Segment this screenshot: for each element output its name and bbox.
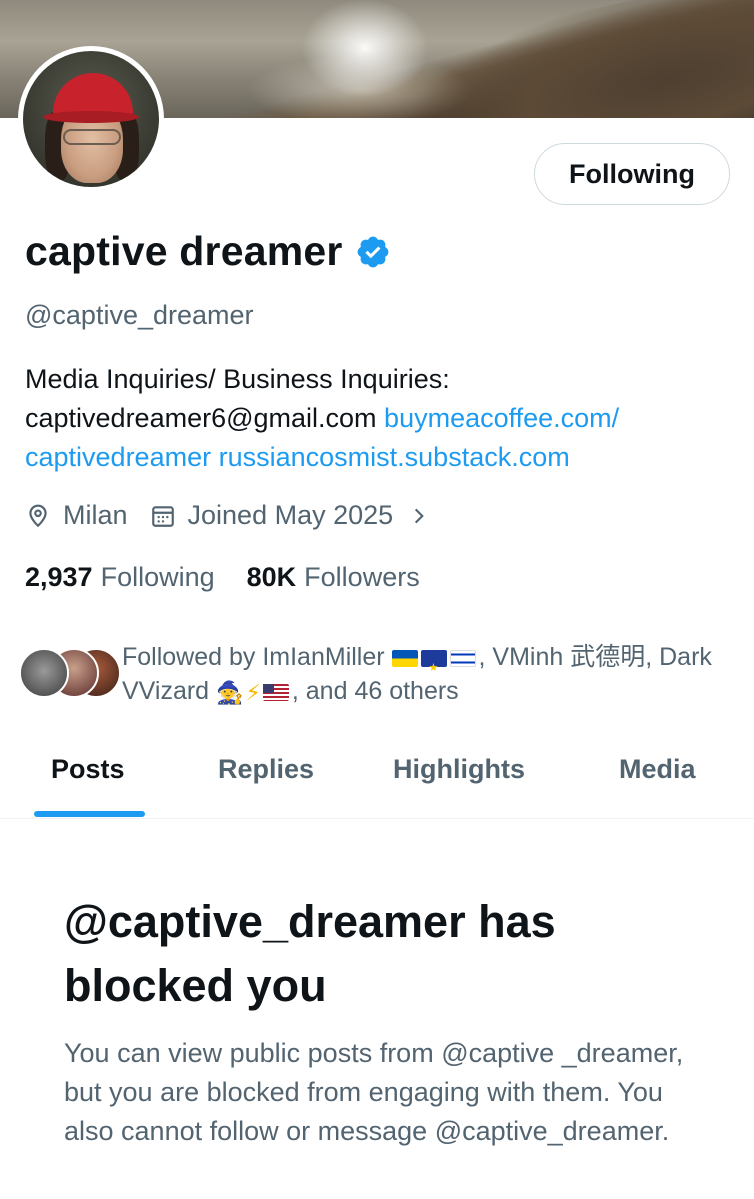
avatar-photo — [23, 51, 159, 187]
following-label: Following — [100, 562, 215, 592]
wizard-icon: 🧙 — [216, 680, 244, 705]
profile-handle: @captive_dreamer — [25, 300, 254, 330]
location-pin-icon — [29, 504, 47, 527]
tab-media[interactable]: Media — [619, 754, 696, 785]
location-text: Milan — [63, 500, 128, 530]
tab-replies[interactable]: Replies — [218, 754, 314, 785]
chevron-right-icon[interactable] — [409, 506, 429, 526]
avatar-glasses — [63, 129, 121, 145]
profile-tabs: Posts Replies Highlights Media — [0, 740, 754, 819]
blocked-title: @captive_dreamer has blocked you — [64, 896, 556, 1011]
israel-flag-icon — [449, 650, 476, 667]
followers-label: Followers — [304, 562, 420, 592]
following-button[interactable]: Following — [534, 143, 730, 205]
following-stat[interactable]: 2,937 Following — [25, 562, 215, 593]
profile-bio: Media Inquiries/ Business Inquiries: cap… — [25, 360, 730, 477]
tab-posts[interactable]: Posts — [51, 754, 125, 785]
display-name: captive dreamer — [25, 228, 343, 274]
followers-count: 80K — [246, 562, 297, 592]
eu-flag-icon — [420, 650, 447, 685]
follower-avatar — [19, 648, 69, 698]
followed-by-avatars[interactable] — [19, 648, 121, 698]
verified-badge-icon[interactable] — [355, 234, 391, 270]
calendar-icon — [151, 505, 174, 527]
joined-date: Joined May 2025 — [187, 500, 394, 530]
active-tab-indicator — [34, 811, 145, 817]
profile-meta: Milan Joined May 2025 — [25, 500, 429, 531]
following-count: 2,937 — [25, 562, 93, 592]
banner-shore — [403, 0, 754, 118]
followed-by-prefix: Followed by ImIanMiller — [122, 643, 392, 671]
followers-stat[interactable]: 80K Followers — [247, 562, 420, 593]
follow-stats: 2,937 Following 80K Followers — [25, 562, 420, 593]
lightning-icon: ⚡ — [245, 680, 261, 705]
profile-avatar[interactable] — [18, 46, 164, 192]
tab-highlights[interactable]: Highlights — [393, 754, 525, 785]
followed-by-text[interactable]: Followed by ImIanMiller , VMinh 武德明, Dar… — [122, 640, 737, 710]
avatar-cap-bill — [43, 111, 139, 123]
blocked-description: You can view public posts from @captive … — [64, 1038, 684, 1146]
display-name-row: captive dreamer — [25, 228, 391, 275]
ukraine-flag-icon — [391, 650, 418, 667]
us-flag-icon — [262, 684, 289, 701]
bio-link-substack[interactable]: russiancosmist.substack.com — [219, 442, 570, 472]
